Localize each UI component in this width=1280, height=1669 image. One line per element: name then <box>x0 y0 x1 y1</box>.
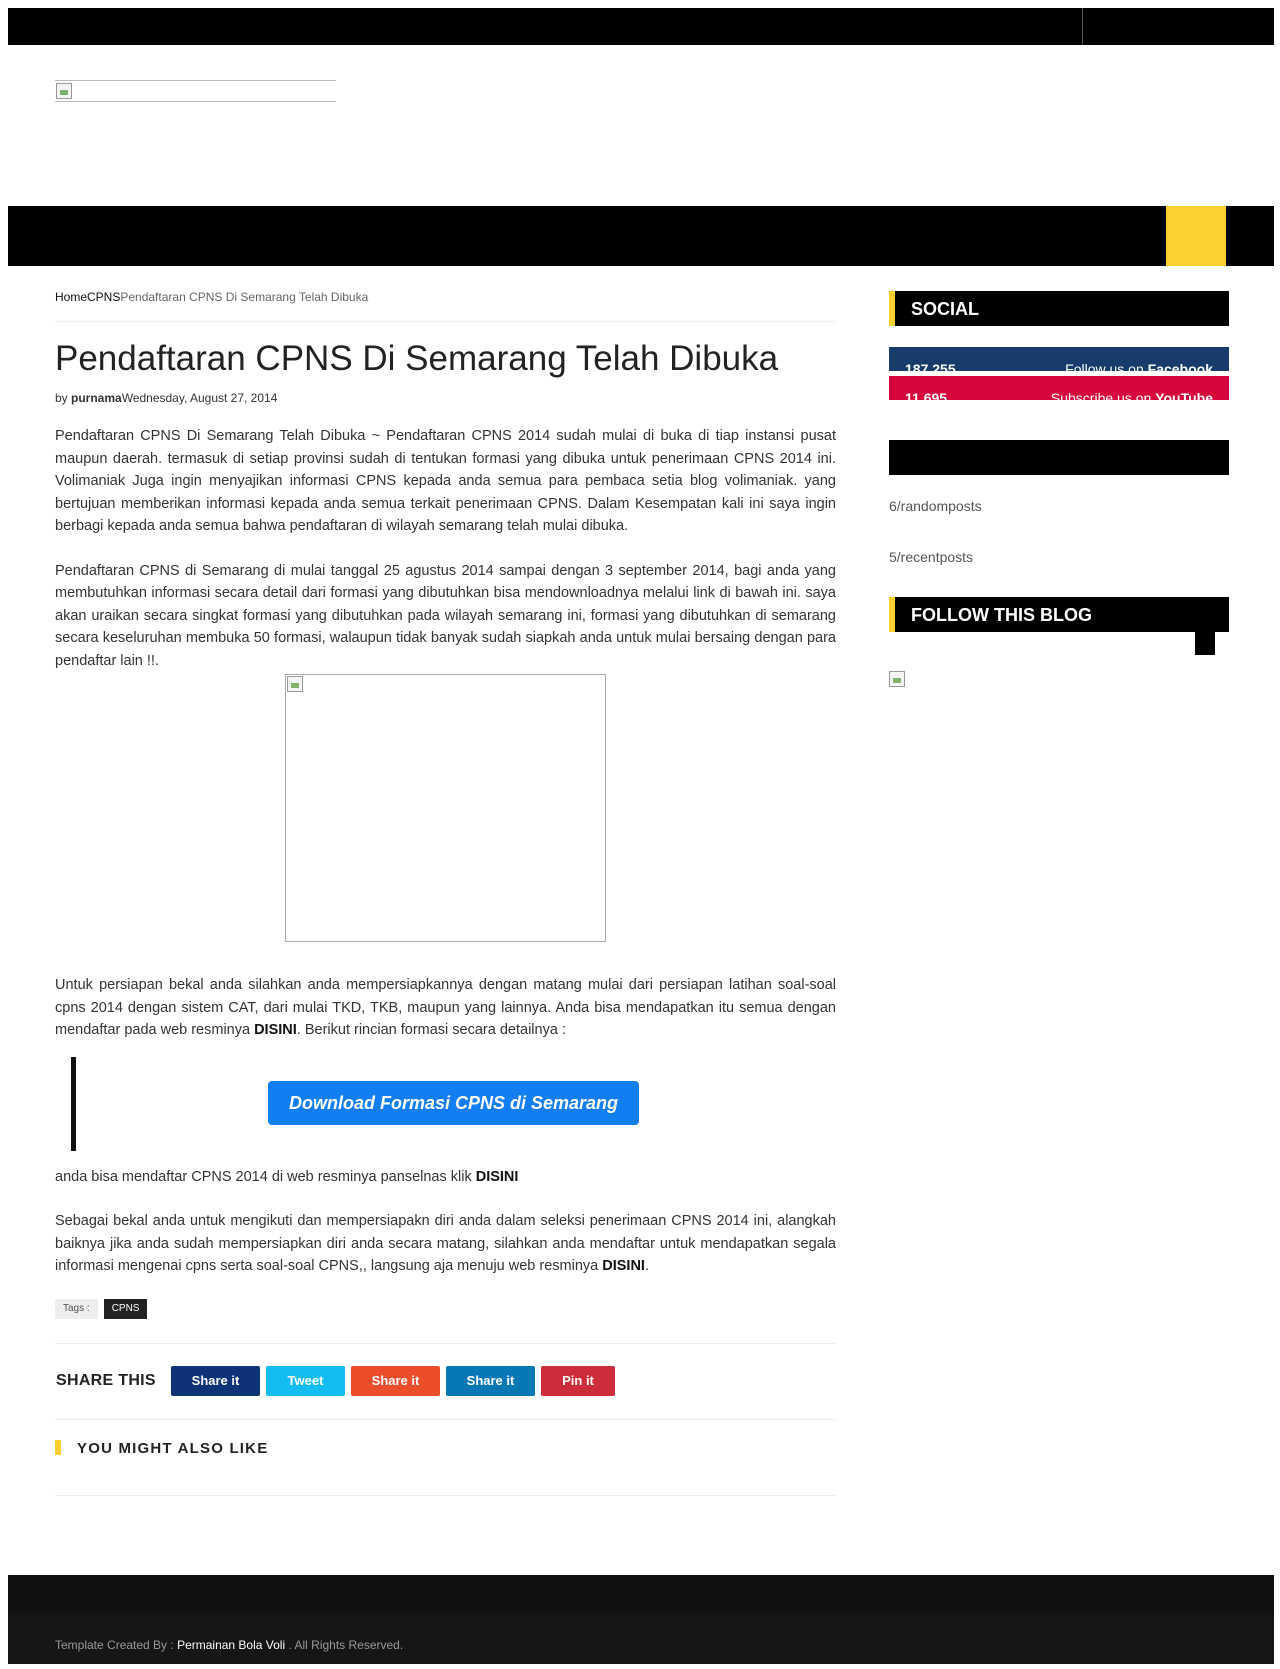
disini-link[interactable]: DISINI <box>602 1258 645 1274</box>
post-date: Wednesday, August 27, 2014 <box>121 391 278 405</box>
post-paragraph: Pendaftaran CPNS Di Semarang Telah Dibuk… <box>55 428 836 534</box>
paragraph-text: Sebagai bekal anda untuk mengikuti dan m… <box>55 1213 836 1274</box>
post-paragraph: Sebagai bekal anda untuk mengikuti dan m… <box>55 1210 836 1278</box>
post-by-label: by <box>55 391 72 405</box>
facebook-brand: Facebook <box>1147 361 1213 371</box>
share-twitter-button[interactable]: Tweet <box>266 1365 345 1396</box>
share-section: SHARE THIS Share it Tweet Share it Share… <box>55 1342 836 1420</box>
facebook-follow-counter[interactable]: 187,255 Follow us on Facebook <box>889 347 1229 371</box>
related-accent-bar <box>55 1439 61 1455</box>
follow-text: Follow us on <box>1065 361 1148 371</box>
social-widget-title: SOCIAL <box>911 299 980 319</box>
breadcrumb-home[interactable]: Home <box>55 290 87 304</box>
footer-credit: Template Created By : Permainan Bola Vol… <box>55 1638 403 1652</box>
post-meta: by purnamaWednesday, August 27, 2014 <box>55 391 836 405</box>
share-linkedin-button[interactable]: Share it <box>446 1365 535 1396</box>
tag-cpns[interactable]: CPNS <box>103 1298 148 1319</box>
footer: Template Created By : Permainan Bola Vol… <box>8 1575 1274 1664</box>
search-toggle-button[interactable] <box>1166 206 1226 266</box>
related-title: YOU MIGHT ALSO LIKE <box>77 1439 269 1457</box>
top-bar <box>8 8 1274 45</box>
paragraph-text: . Berikut rincian formasi secara detailn… <box>296 1022 566 1038</box>
random-posts-label: 6/randomposts <box>889 498 982 514</box>
post-paragraph: Untuk persiapan bekal anda silahkan anda… <box>55 974 836 1042</box>
tags-label: Tags : <box>55 1298 98 1319</box>
related-posts: YOU MIGHT ALSO LIKE <box>55 1439 836 1496</box>
facebook-follow-text: Follow us on Facebook <box>1065 361 1213 371</box>
site-logo[interactable] <box>55 80 336 102</box>
share-reddit-button[interactable]: Share it <box>351 1365 440 1396</box>
youtube-count: 11,695 <box>905 390 948 400</box>
post-tags: Tags : CPNS <box>55 1298 836 1319</box>
breadcrumb-category[interactable]: CPNS <box>87 290 120 304</box>
broken-image-icon <box>287 676 303 692</box>
breadcrumb: HomeCPNSPendaftaran CPNS Di Semarang Tel… <box>55 290 836 322</box>
youtube-brand: YouTube <box>1155 390 1213 400</box>
post-author[interactable]: purnama <box>71 391 122 405</box>
posts-widget-header <box>889 440 1229 475</box>
main-navigation <box>8 206 1274 266</box>
share-facebook-button[interactable]: Share it <box>171 1365 260 1396</box>
post-paragraph: anda bisa mendaftar CPNS 2014 di web res… <box>55 1166 836 1189</box>
post-image <box>285 674 606 942</box>
top-bar-divider <box>1082 8 1083 45</box>
page-title: Pendaftaran CPNS Di Semarang Telah Dibuk… <box>55 339 779 378</box>
post-content: HomeCPNSPendaftaran CPNS Di Semarang Tel… <box>55 290 836 1496</box>
credit-prefix: Template Created By : <box>55 1638 178 1652</box>
recent-posts-label: 5/recentposts <box>889 549 974 565</box>
broken-image-icon <box>889 671 905 687</box>
paragraph-text: anda bisa mendaftar CPNS 2014 di web res… <box>55 1168 476 1185</box>
youtube-subscribe-text: Subscribe us on YouTube <box>1051 390 1213 400</box>
disini-link[interactable]: DISINI <box>254 1022 297 1038</box>
facebook-count: 187,255 <box>905 361 956 371</box>
subscribe-text: Subscribe us on <box>1050 390 1156 400</box>
share-title: SHARE THIS <box>56 1371 156 1389</box>
follow-widget-title: FOLLOW THIS BLOG <box>911 605 1092 625</box>
paragraph-text: . <box>644 1258 649 1274</box>
download-formasi-button[interactable]: Download Formasi CPNS di Semarang <box>268 1080 639 1125</box>
sidebar: SOCIAL 187,255 Follow us on Facebook 11,… <box>889 291 1229 687</box>
credit-author-link[interactable]: Permainan Bola Voli <box>177 1638 285 1652</box>
breadcrumb-current: Pendaftaran CPNS Di Semarang Telah Dibuk… <box>120 290 369 304</box>
blockquote: Download Formasi CPNS di Semarang <box>71 1056 836 1151</box>
youtube-subscribe-counter[interactable]: 11,695 Subscribe us on YouTube <box>889 376 1229 400</box>
broken-image-icon <box>56 83 72 99</box>
follow-button[interactable] <box>1195 626 1215 655</box>
disini-link[interactable]: DISINI <box>476 1169 519 1185</box>
post-paragraph: Pendaftaran CPNS di Semarang di mulai ta… <box>55 562 836 669</box>
social-widget-header: SOCIAL <box>889 291 1229 326</box>
share-pinterest-button[interactable]: Pin it <box>541 1365 615 1396</box>
credit-suffix: . All Rights Reserved. <box>285 1638 404 1652</box>
follow-widget-header: FOLLOW THIS BLOG <box>889 597 1229 632</box>
